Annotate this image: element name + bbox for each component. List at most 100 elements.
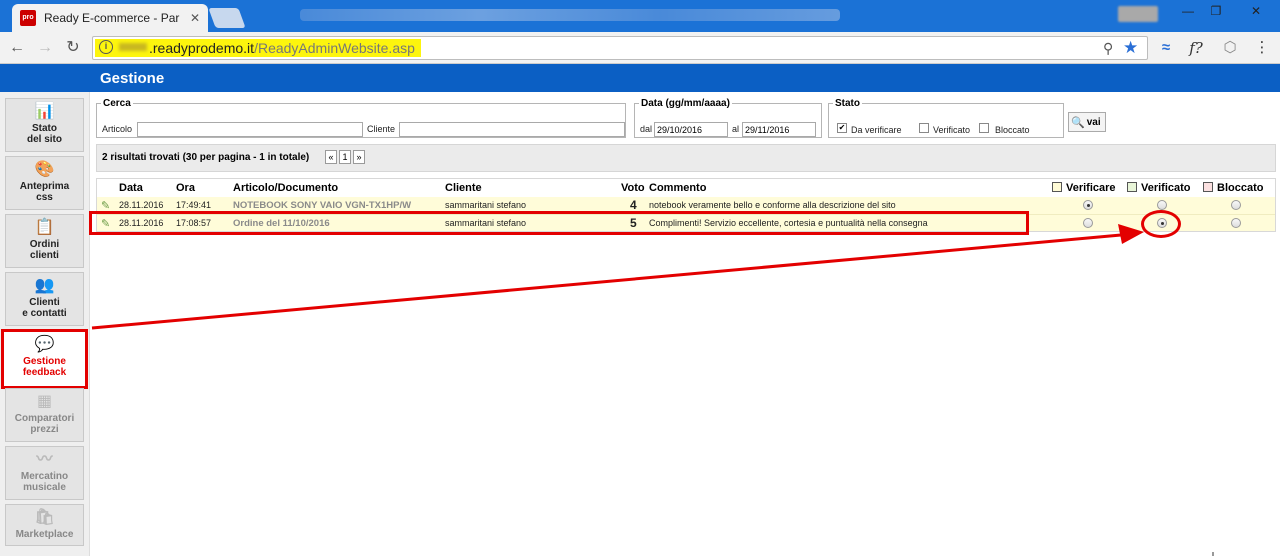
table-row[interactable]: ✎ 28.11.2016 17:49:41 NOTEBOOK SONY VAIO… bbox=[97, 197, 1275, 214]
extension-cube-icon[interactable]: ⬡ bbox=[1220, 39, 1240, 57]
new-tab-button[interactable] bbox=[208, 8, 246, 28]
row2-verificare-radio[interactable] bbox=[1083, 218, 1093, 228]
results-bar: 2 risultati trovati (30 per pagina - 1 i… bbox=[96, 144, 1276, 172]
sidebar-item-label: Anteprima bbox=[19, 181, 70, 192]
cell-data: 28.11.2016 bbox=[119, 200, 164, 210]
forward-arrow-icon[interactable]: → bbox=[36, 39, 54, 57]
site-status-icon: 📊 bbox=[34, 103, 55, 120]
pager-next-button[interactable]: » bbox=[353, 150, 365, 164]
menu-kebab-icon[interactable]: ⋮ bbox=[1252, 39, 1272, 57]
col-commento[interactable]: Commento bbox=[649, 182, 706, 194]
sidebar-item-label: Comparatori bbox=[14, 413, 75, 424]
search-legend: Cerca bbox=[103, 98, 131, 109]
palette-icon: 🎨 bbox=[34, 161, 55, 178]
sidebar-item-label: del sito bbox=[26, 134, 62, 145]
feedback-row-icon: ✎ bbox=[101, 200, 111, 212]
page-title: Gestione bbox=[100, 70, 165, 87]
cliente-input[interactable] bbox=[399, 122, 625, 137]
row1-bloccato-radio[interactable] bbox=[1231, 200, 1241, 210]
status-fieldset: Stato ✔ Da verificare Verificato Bloccat… bbox=[828, 98, 1064, 138]
cell-articolo-link[interactable]: NOTEBOOK SONY VAIO VGN-TX1HP/W bbox=[233, 200, 411, 211]
date-from-input[interactable] bbox=[654, 122, 728, 137]
url-text: .readyprodemo.it/ReadyAdminWebsite.asp bbox=[149, 40, 415, 56]
profile-avatar[interactable] bbox=[1118, 6, 1158, 22]
sidebar-item-label: feedback bbox=[22, 367, 67, 378]
app-header: Gestione bbox=[0, 64, 1280, 92]
browser-tab[interactable]: pro Ready E-commerce - Par ✕ bbox=[12, 4, 208, 32]
row2-verificato-radio[interactable] bbox=[1157, 218, 1167, 228]
close-window-button[interactable]: ✕ bbox=[1236, 2, 1276, 20]
pager-prev-button[interactable]: « bbox=[325, 150, 337, 164]
col-ora[interactable]: Ora bbox=[176, 182, 195, 194]
feedback-row-icon: ✎ bbox=[101, 218, 111, 230]
sidebar-item-comparatori-prezzi[interactable]: ▦ Comparatori prezzi bbox=[5, 388, 84, 442]
zoom-icon[interactable]: ⚲ bbox=[1103, 40, 1113, 57]
sidebar-item-gestione-feedback[interactable]: 💬 Gestione feedback bbox=[1, 329, 88, 389]
date-fieldset: Data (gg/mm/aaaa) dal al bbox=[634, 98, 822, 138]
sidebar-item-label: Ordini bbox=[29, 239, 60, 250]
back-arrow-icon[interactable]: ← bbox=[8, 39, 26, 57]
sidebar-item-label: clienti bbox=[30, 250, 59, 261]
blurred-window-title bbox=[300, 9, 840, 21]
favicon-icon: pro bbox=[20, 10, 36, 26]
minimize-button[interactable]: — bbox=[1176, 2, 1200, 20]
scroll-indicator bbox=[1212, 552, 1214, 556]
al-label: al bbox=[732, 124, 740, 134]
maximize-button[interactable]: ❐ bbox=[1204, 2, 1228, 20]
sidebar-item-label: Clienti bbox=[29, 297, 60, 308]
sidebar-item-clienti-contatti[interactable]: 👥 Clienti e contatti bbox=[5, 272, 84, 326]
row2-bloccato-radio[interactable] bbox=[1231, 218, 1241, 228]
cliente-label: Cliente bbox=[367, 124, 396, 134]
bookmark-star-icon[interactable]: ★ bbox=[1123, 38, 1138, 58]
verificato-checkbox[interactable] bbox=[919, 123, 929, 133]
grid-icon: ▦ bbox=[36, 393, 53, 410]
browser-toolbar: ← → ↻ i .readyprodemo.it/ReadyAdminWebsi… bbox=[0, 32, 1280, 64]
status-legend: Stato bbox=[835, 98, 860, 109]
sidebar-item-stato-sito[interactable]: 📊 Stato del sito bbox=[5, 98, 84, 152]
pager-page-button[interactable]: 1 bbox=[339, 150, 351, 164]
sidebar-item-anteprima-css[interactable]: 🎨 Anteprima css bbox=[5, 156, 84, 210]
search-button[interactable]: 🔍 vai bbox=[1068, 112, 1106, 132]
sidebar-item-label: Gestione bbox=[23, 356, 66, 367]
row1-verificare-radio[interactable] bbox=[1083, 200, 1093, 210]
sidebar-item-mercatino-musicale[interactable]: 〰 Mercatino musicale bbox=[5, 446, 84, 500]
col-verificato-label: Verificato bbox=[1141, 182, 1191, 194]
articolo-input[interactable] bbox=[137, 122, 363, 137]
bloccato-label: Bloccato bbox=[995, 125, 1030, 135]
da-verificare-label: Da verificare bbox=[851, 125, 902, 135]
date-to-input[interactable] bbox=[742, 122, 816, 137]
results-summary: 2 risultati trovati (30 per pagina - 1 i… bbox=[102, 152, 310, 163]
cell-data: 28.11.2016 bbox=[119, 218, 164, 228]
da-verificare-checkbox[interactable]: ✔ bbox=[837, 123, 847, 133]
col-voto[interactable]: Voto bbox=[621, 182, 645, 194]
col-data[interactable]: Data bbox=[119, 182, 143, 194]
sidebar-item-ordini-clienti[interactable]: 📋 Ordini clienti bbox=[5, 214, 84, 268]
tab-close-icon[interactable]: ✕ bbox=[190, 11, 200, 25]
search-button-label: vai bbox=[1086, 116, 1101, 128]
col-cliente[interactable]: Cliente bbox=[445, 182, 482, 194]
info-icon[interactable]: i bbox=[99, 40, 113, 54]
bloccato-checkbox[interactable] bbox=[979, 123, 989, 133]
sidebar-item-label: musicale bbox=[23, 482, 66, 493]
extension-wave-icon[interactable]: ≈ bbox=[1156, 39, 1176, 57]
sidebar-item-label: Stato bbox=[32, 123, 57, 134]
sidebar-item-label: Marketplace bbox=[15, 529, 74, 540]
row1-verificato-radio[interactable] bbox=[1157, 200, 1167, 210]
table-row[interactable]: ✎ 28.11.2016 17:08:57 Ordine del 11/10/2… bbox=[97, 214, 1275, 231]
extension-fx-icon[interactable]: f? bbox=[1186, 39, 1206, 57]
verificare-swatch bbox=[1052, 182, 1062, 192]
cell-ora: 17:49:41 bbox=[176, 200, 212, 210]
col-verificare-label: Verificare bbox=[1066, 182, 1116, 194]
sidebar-item-label: Mercatino bbox=[20, 471, 69, 482]
col-bloccato[interactable]: Bloccato bbox=[1203, 182, 1263, 194]
sidebar-item-marketplace[interactable]: 🛍 Marketplace bbox=[5, 504, 84, 546]
col-articolo[interactable]: Articolo/Documento bbox=[233, 182, 338, 194]
reload-icon[interactable]: ↻ bbox=[64, 39, 82, 57]
address-bar[interactable]: i .readyprodemo.it/ReadyAdminWebsite.asp… bbox=[92, 36, 1148, 60]
col-bloccato-label: Bloccato bbox=[1217, 182, 1264, 194]
magnifier-icon: 🔍 bbox=[1071, 116, 1085, 129]
sidebar: 📊 Stato del sito 🎨 Anteprima css 📋 Ordin… bbox=[0, 92, 90, 556]
col-verificare[interactable]: Verificare bbox=[1052, 182, 1116, 194]
col-verificato[interactable]: Verificato bbox=[1127, 182, 1191, 194]
cell-articolo-link[interactable]: Ordine del 11/10/2016 bbox=[233, 218, 330, 229]
